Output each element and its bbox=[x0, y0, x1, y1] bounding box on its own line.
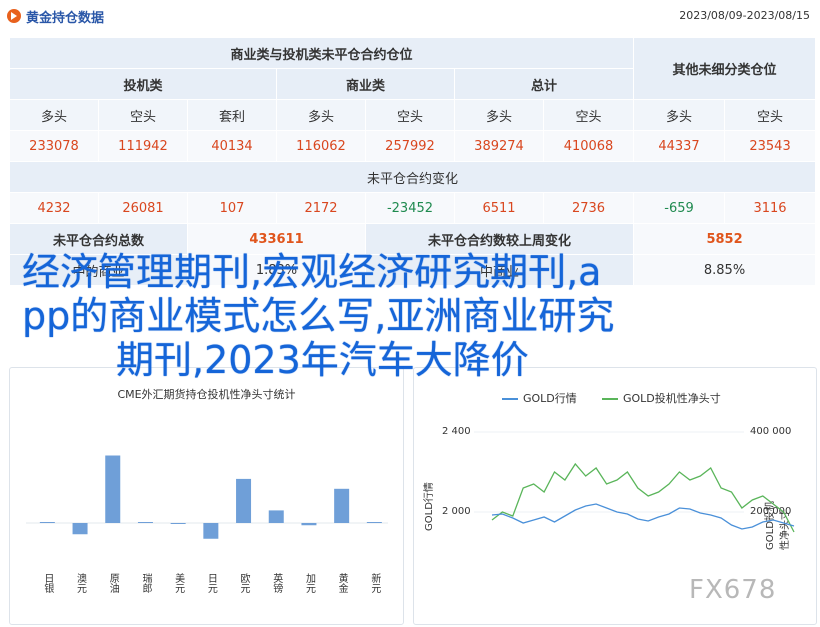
sub-header: 多头 bbox=[9, 99, 99, 131]
category-label: 欧元 bbox=[238, 573, 250, 593]
change-cell: -23452 bbox=[365, 192, 455, 224]
category-label: 黄金 bbox=[336, 572, 348, 593]
bar bbox=[39, 522, 55, 523]
sub-header: 套利 bbox=[187, 99, 277, 131]
bar bbox=[170, 523, 186, 524]
table-cell: 23543 bbox=[724, 130, 817, 162]
bar bbox=[301, 523, 317, 526]
category-label: 澳元 bbox=[75, 572, 87, 593]
sub-header: 多头 bbox=[633, 99, 726, 131]
gold-price-line bbox=[491, 503, 795, 530]
bar bbox=[72, 523, 88, 535]
change-cell: 26081 bbox=[98, 192, 188, 224]
header-total: 总计 bbox=[453, 68, 635, 100]
header-speculative: 投机类 bbox=[9, 68, 277, 100]
category-label: 美元 bbox=[173, 572, 185, 593]
top-bar: 黄金持仓数据 2023/08/09-2023/08/15 bbox=[0, 0, 820, 32]
bar bbox=[137, 522, 153, 523]
table-cell: 389274 bbox=[454, 130, 544, 162]
table-cell: 233078 bbox=[9, 130, 99, 162]
change-cell: 6511 bbox=[454, 192, 544, 224]
category-label: 瑞郎 bbox=[140, 573, 152, 594]
category-label: 新元 bbox=[369, 572, 381, 593]
watermark: FX678 bbox=[689, 575, 777, 605]
date-range: 2023/08/09-2023/08/15 bbox=[679, 9, 810, 22]
bar bbox=[366, 522, 382, 523]
net-position-line bbox=[491, 462, 795, 533]
table-cell: 44337 bbox=[633, 130, 726, 162]
overlay-line: 经济管理期刊,宏观经济研究期刊,a bbox=[22, 250, 602, 294]
bar bbox=[268, 510, 284, 523]
bar bbox=[203, 523, 219, 539]
group-header-other: 其他未细分类仓位 bbox=[633, 37, 817, 100]
overlay-headline: 经济管理期刊,宏观经济研究期刊,a pp的商业模式怎么写,亚洲商业研究 期刊,2… bbox=[22, 250, 802, 382]
change-cell: 4232 bbox=[9, 192, 99, 224]
positions-table: 商业类与投机类未平仓合约仓位 其他未细分类仓位 投机类 商业类 总计 多头 空头… bbox=[8, 37, 817, 286]
sub-header: 多头 bbox=[276, 99, 366, 131]
table-cell: 40134 bbox=[187, 130, 277, 162]
group-header-commercial: 商业类与投机类未平仓合约仓位 bbox=[8, 37, 635, 69]
category-label: 加元 bbox=[303, 573, 315, 593]
sub-header: 空头 bbox=[724, 99, 817, 131]
sub-header: 空头 bbox=[542, 99, 635, 131]
bar bbox=[105, 455, 121, 523]
bar bbox=[334, 488, 350, 523]
category-label: 日元 bbox=[205, 573, 217, 593]
change-cell: -659 bbox=[633, 192, 726, 224]
table-cell: 410068 bbox=[542, 130, 635, 162]
category-label: 日银 bbox=[42, 573, 54, 594]
change-header: 未平仓合约变化 bbox=[8, 161, 817, 193]
overlay-line: pp的商业模式怎么写,亚洲商业研究 bbox=[22, 294, 615, 338]
sub-header: 空头 bbox=[365, 99, 455, 131]
sub-header: 空头 bbox=[98, 99, 188, 131]
change-cell: 107 bbox=[187, 192, 277, 224]
header-commercial: 商业类 bbox=[276, 68, 455, 100]
table-cell: 257992 bbox=[365, 130, 455, 162]
table-cell: 116062 bbox=[276, 130, 366, 162]
sub-header: 多头 bbox=[454, 99, 544, 131]
net-position-chart: CME外汇期货持仓投机性净头寸统计 日银 澳元 原油 瑞郎 美元 日元 欧元 英镑 加元 黄金 新元 bbox=[9, 367, 404, 625]
table-cell: 111942 bbox=[98, 130, 188, 162]
play-icon bbox=[7, 9, 21, 23]
page-title: 黄金持仓数据 bbox=[26, 11, 105, 26]
overlay-line: 期刊,2023年汽车大降价 bbox=[116, 338, 529, 382]
change-cell: 2736 bbox=[542, 192, 635, 224]
category-label: 英镑 bbox=[271, 572, 283, 594]
change-cell: 2172 bbox=[276, 192, 366, 224]
category-label: 原油 bbox=[107, 573, 119, 593]
bar bbox=[236, 478, 252, 523]
change-cell: 3116 bbox=[724, 192, 817, 224]
bar-chart-svg: 日银 澳元 原油 瑞郎 美元 日元 欧元 英镑 加元 黄金 新元 bbox=[26, 455, 388, 594]
